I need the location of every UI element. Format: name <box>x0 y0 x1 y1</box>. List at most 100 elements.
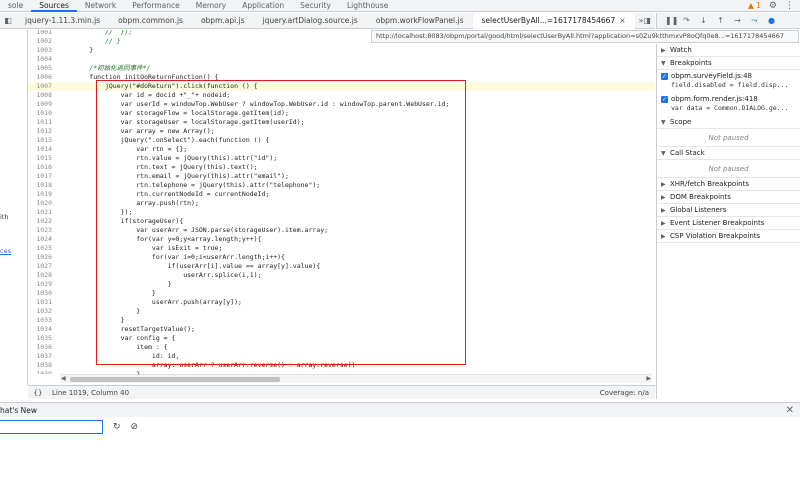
line-number[interactable]: 1025 <box>28 244 58 253</box>
code-line[interactable]: 1037 id: id, <box>28 352 655 361</box>
code-line[interactable]: 1022 if(storageUser){ <box>28 217 655 226</box>
panel-tab-network[interactable]: Network <box>77 0 124 12</box>
line-number[interactable]: 1028 <box>28 271 58 280</box>
close-tab-icon[interactable]: × <box>619 16 625 25</box>
scrollbar-thumb[interactable] <box>70 377 280 382</box>
sidebar-section[interactable]: ▶ CSP Violation Breakpoints <box>657 230 800 243</box>
code-line[interactable]: 1007 jQuery("#doReturn").click(function … <box>28 82 655 91</box>
pause-on-exceptions-icon[interactable]: ● <box>767 16 776 25</box>
code-line[interactable]: 1019 rtn.currentNodeId = currentNodeId; <box>28 190 655 199</box>
more-options-icon[interactable]: ⋮ <box>785 0 794 12</box>
breakpoint-checkbox[interactable]: ✓ <box>661 96 668 103</box>
code-line[interactable]: 1021 }); <box>28 208 655 217</box>
file-tab[interactable]: jquery.artDialog.source.js <box>254 13 367 29</box>
panel-tab-application[interactable]: Application <box>234 0 292 12</box>
line-number[interactable]: 1009 <box>28 100 58 109</box>
line-number[interactable]: 1026 <box>28 253 58 262</box>
line-number[interactable]: 1003 <box>28 46 58 55</box>
sidebar-section[interactable]: ▶ XHR/fetch Breakpoints <box>657 178 800 191</box>
sidebar-section[interactable]: ▶ DOM Breakpoints <box>657 191 800 204</box>
code-line[interactable]: 1030 } <box>28 289 655 298</box>
line-number[interactable]: 1032 <box>28 307 58 316</box>
line-number[interactable]: 1017 <box>28 172 58 181</box>
breakpoint-checkbox[interactable]: ✓ <box>661 73 668 80</box>
call-stack-section[interactable]: ▼ Call Stack <box>657 147 800 160</box>
code-line[interactable]: 1003 } <box>28 46 655 55</box>
code-line[interactable]: 1013 jQuery(".onSelect").each(function (… <box>28 136 655 145</box>
file-tab[interactable]: obpm.common.js <box>109 13 192 29</box>
line-number[interactable]: 1039 <box>28 370 58 374</box>
line-number[interactable]: 1004 <box>28 55 58 64</box>
code-line[interactable]: 1029 } <box>28 280 655 289</box>
block-icon[interactable]: ⊘ <box>131 422 139 432</box>
panel-tab-sole[interactable]: sole <box>0 0 31 12</box>
file-tab[interactable]: selectUserByAll...=1617178454667 × <box>472 12 635 29</box>
line-number[interactable]: 1002 <box>28 37 58 46</box>
code-line[interactable]: 1027 if(userArr[i].value == array[y].val… <box>28 262 655 271</box>
line-number[interactable]: 1034 <box>28 325 58 334</box>
panel-tab-sources[interactable]: Sources <box>31 0 77 12</box>
line-number[interactable]: 1033 <box>28 316 58 325</box>
line-number[interactable]: 1029 <box>28 280 58 289</box>
code-line[interactable]: 1006 function initOoReturnFunction() { <box>28 73 655 82</box>
line-number[interactable]: 1030 <box>28 289 58 298</box>
deactivate-breakpoints-icon[interactable]: ⤳ <box>750 16 759 26</box>
code-line[interactable]: 1018 rtn.telephone = jQuery(this).attr("… <box>28 181 655 190</box>
line-number[interactable]: 1001 <box>28 30 58 37</box>
line-number[interactable]: 1012 <box>28 127 58 136</box>
line-number[interactable]: 1035 <box>28 334 58 343</box>
code-editor[interactable]: 1001 // }); 1002 // } 1003 } 1004 1005 /*初始化… <box>28 30 655 374</box>
step-into-icon[interactable]: ↓ <box>699 16 708 25</box>
scroll-right-icon[interactable]: ▶ <box>646 375 651 382</box>
sidebar-section[interactable]: ▶ Event Listener Breakpoints <box>657 217 800 230</box>
line-number[interactable]: 1021 <box>28 208 58 217</box>
line-number[interactable]: 1006 <box>28 73 58 82</box>
close-drawer-icon[interactable]: ✕ <box>786 403 794 418</box>
line-number[interactable]: 1008 <box>28 91 58 100</box>
code-line[interactable]: 1014 var rtn = {}; <box>28 145 655 154</box>
pretty-print-icon[interactable]: {} <box>28 389 48 397</box>
pause-icon[interactable]: ❚❚ <box>665 16 678 25</box>
panel-tab-security[interactable]: Security <box>292 0 339 12</box>
sidebar-section[interactable]: ▶ Global Listeners <box>657 204 800 217</box>
line-number[interactable]: 1024 <box>28 235 58 244</box>
line-number[interactable]: 1038 <box>28 361 58 370</box>
breakpoints-section[interactable]: ▼ Breakpoints <box>657 57 800 70</box>
code-line[interactable]: 1036 item : { <box>28 343 655 352</box>
code-line[interactable]: 1008 var id = docid +"_"+ nodeid; <box>28 91 655 100</box>
code-line[interactable]: 1017 rtn.email = jQuery(this).attr("emai… <box>28 172 655 181</box>
breakpoint-item[interactable]: ✓ obpm.form.render.js:418 var data = Commo… <box>657 93 800 116</box>
refresh-icon[interactable]: ↻ <box>113 422 121 432</box>
line-number[interactable]: 1011 <box>28 118 58 127</box>
code-line[interactable]: 1031 userArr.push(array[y]); <box>28 298 655 307</box>
code-line[interactable]: 1009 var userId = windowTop.WebUser ? wi… <box>28 100 655 109</box>
gear-icon[interactable]: ⚙ <box>769 0 777 12</box>
drawer-tab-whats-new[interactable]: hat's New <box>0 406 37 415</box>
filter-input[interactable] <box>0 420 103 434</box>
step-over-icon[interactable]: ↷ <box>682 16 691 25</box>
code-line[interactable]: 1032 } <box>28 307 655 316</box>
scope-section[interactable]: ▼ Scope <box>657 116 800 129</box>
code-line[interactable]: 1026 for(var i=0;i<userArr.length;i++){ <box>28 253 655 262</box>
breakpoint-item[interactable]: ✓ obpm.surveyField.js:48 field.disabled = … <box>657 70 800 93</box>
file-tab[interactable]: obpm.workFlowPanel.js <box>367 13 473 29</box>
watch-section[interactable]: ▶ Watch <box>657 44 800 57</box>
code-line[interactable]: 1011 var storageUser = localStorage.getI… <box>28 118 655 127</box>
code-line[interactable]: 1010 var storageFlow = localStorage.getI… <box>28 109 655 118</box>
code-line[interactable]: 1024 for(var y=0;y<array.length;y++){ <box>28 235 655 244</box>
line-number[interactable]: 1023 <box>28 226 58 235</box>
step-icon[interactable]: → <box>733 16 742 25</box>
line-number[interactable]: 1022 <box>28 217 58 226</box>
code-line[interactable]: 1012 var array = new Array(); <box>28 127 655 136</box>
code-line[interactable]: 1020 array.push(rtn); <box>28 199 655 208</box>
line-number[interactable]: 1031 <box>28 298 58 307</box>
toggle-navigator-icon[interactable]: ◧ <box>0 16 16 25</box>
file-tab[interactable]: obpm.api.js <box>192 13 254 29</box>
line-number[interactable]: 1015 <box>28 154 58 163</box>
code-line[interactable]: 1025 var isExit = true; <box>28 244 655 253</box>
line-number[interactable]: 1010 <box>28 109 58 118</box>
line-number[interactable]: 1018 <box>28 181 58 190</box>
line-number[interactable]: 1007 <box>28 82 58 91</box>
line-number[interactable]: 1036 <box>28 343 58 352</box>
navigator-link[interactable]: ces <box>0 247 11 255</box>
